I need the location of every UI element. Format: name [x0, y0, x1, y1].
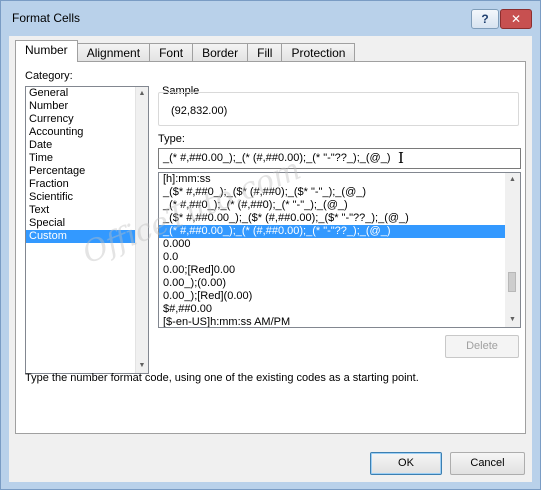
- dialog-title: Format Cells: [12, 11, 81, 25]
- format-code-list[interactable]: [h]:mm:ss _($* #,##0_);_($* (#,##0);_($* …: [158, 172, 521, 328]
- tab-protection[interactable]: Protection: [282, 43, 356, 62]
- category-items: General Number Currency Accounting Date Time P…: [26, 87, 148, 243]
- close-button[interactable]: ✕: [500, 9, 532, 29]
- scroll-up-icon[interactable]: ▲: [136, 87, 148, 101]
- category-item[interactable]: Custom: [26, 230, 148, 243]
- format-cells-dialog: Format Cells ? ✕ Number Alignment Font B…: [0, 0, 541, 490]
- format-code-item[interactable]: 0.00_);[Red](0.00): [159, 290, 520, 303]
- number-tab-panel: Category: General Number Currency Accountin…: [15, 61, 526, 434]
- sample-box: (92,832.00): [158, 92, 519, 126]
- text-cursor-icon: I: [398, 149, 404, 167]
- format-code-item[interactable]: 0.0: [159, 251, 520, 264]
- tab-border[interactable]: Border: [193, 43, 249, 62]
- category-item[interactable]: Percentage: [26, 165, 148, 178]
- scroll-up-icon[interactable]: ▲: [505, 173, 520, 187]
- category-item[interactable]: Number: [26, 100, 148, 113]
- format-code-item[interactable]: _(* #,##0_);_(* (#,##0);_(* "-"_);_(@_): [159, 199, 520, 212]
- format-code-item[interactable]: [$-en-US]h:mm:ss AM/PM: [159, 316, 520, 327]
- tab-font[interactable]: Font: [150, 43, 194, 62]
- format-code-item[interactable]: 0.00;[Red]0.00: [159, 264, 520, 277]
- scroll-down-icon[interactable]: ▼: [136, 359, 148, 373]
- type-input[interactable]: _(* #,##0.00_);_(* (#,##0.00);_(* "-"??_…: [158, 148, 521, 169]
- category-item[interactable]: Date: [26, 139, 148, 152]
- format-code-item[interactable]: 0.000: [159, 238, 520, 251]
- tab-strip: Number Alignment Font Border Fill Protec…: [15, 40, 356, 62]
- format-code-item[interactable]: _($* #,##0.00_);_($* (#,##0.00);_($* "-"…: [159, 212, 520, 225]
- category-scrollbar[interactable]: ▲ ▼: [135, 87, 148, 373]
- format-items: [h]:mm:ss _($* #,##0_);_($* (#,##0);_($* …: [159, 173, 520, 327]
- tab-number[interactable]: Number: [15, 40, 78, 62]
- category-label: Category:: [25, 70, 73, 82]
- help-icon: ?: [481, 12, 489, 26]
- category-item[interactable]: Scientific: [26, 191, 148, 204]
- category-item[interactable]: Time: [26, 152, 148, 165]
- scroll-thumb[interactable]: [508, 272, 516, 292]
- sample-value: (92,832.00): [171, 105, 228, 117]
- category-item[interactable]: Special: [26, 217, 148, 230]
- description-text: Type the number format code, using one o…: [25, 372, 419, 384]
- format-code-item[interactable]: 0.00_);(0.00): [159, 277, 520, 290]
- delete-button[interactable]: Delete: [445, 335, 519, 358]
- format-code-item[interactable]: [h]:mm:ss: [159, 173, 520, 186]
- cancel-button[interactable]: Cancel: [450, 452, 525, 475]
- close-icon: ✕: [510, 12, 522, 26]
- help-button[interactable]: ?: [471, 9, 499, 29]
- category-item[interactable]: Fraction: [26, 178, 148, 191]
- type-label: Type:: [158, 133, 185, 145]
- tab-fill[interactable]: Fill: [248, 43, 283, 62]
- dialog-body: Number Alignment Font Border Fill Protec…: [9, 36, 532, 482]
- category-item[interactable]: Accounting: [26, 126, 148, 139]
- format-list-scrollbar[interactable]: ▲ ▼: [505, 173, 520, 327]
- format-code-item[interactable]: _(* #,##0.00_);_(* (#,##0.00);_(* "-"??_…: [159, 225, 520, 238]
- title-bar: Format Cells ? ✕: [1, 1, 540, 36]
- tab-alignment[interactable]: Alignment: [77, 43, 151, 62]
- category-list[interactable]: General Number Currency Accounting Date Time P…: [25, 86, 149, 374]
- category-item[interactable]: General: [26, 87, 148, 100]
- format-code-item[interactable]: $#,##0.00: [159, 303, 520, 316]
- category-item[interactable]: Text: [26, 204, 148, 217]
- scroll-down-icon[interactable]: ▼: [505, 313, 520, 327]
- category-item[interactable]: Currency: [26, 113, 148, 126]
- format-code-item[interactable]: _($* #,##0_);_($* (#,##0);_($* "-"_);_(@…: [159, 186, 520, 199]
- ok-button[interactable]: OK: [370, 452, 442, 475]
